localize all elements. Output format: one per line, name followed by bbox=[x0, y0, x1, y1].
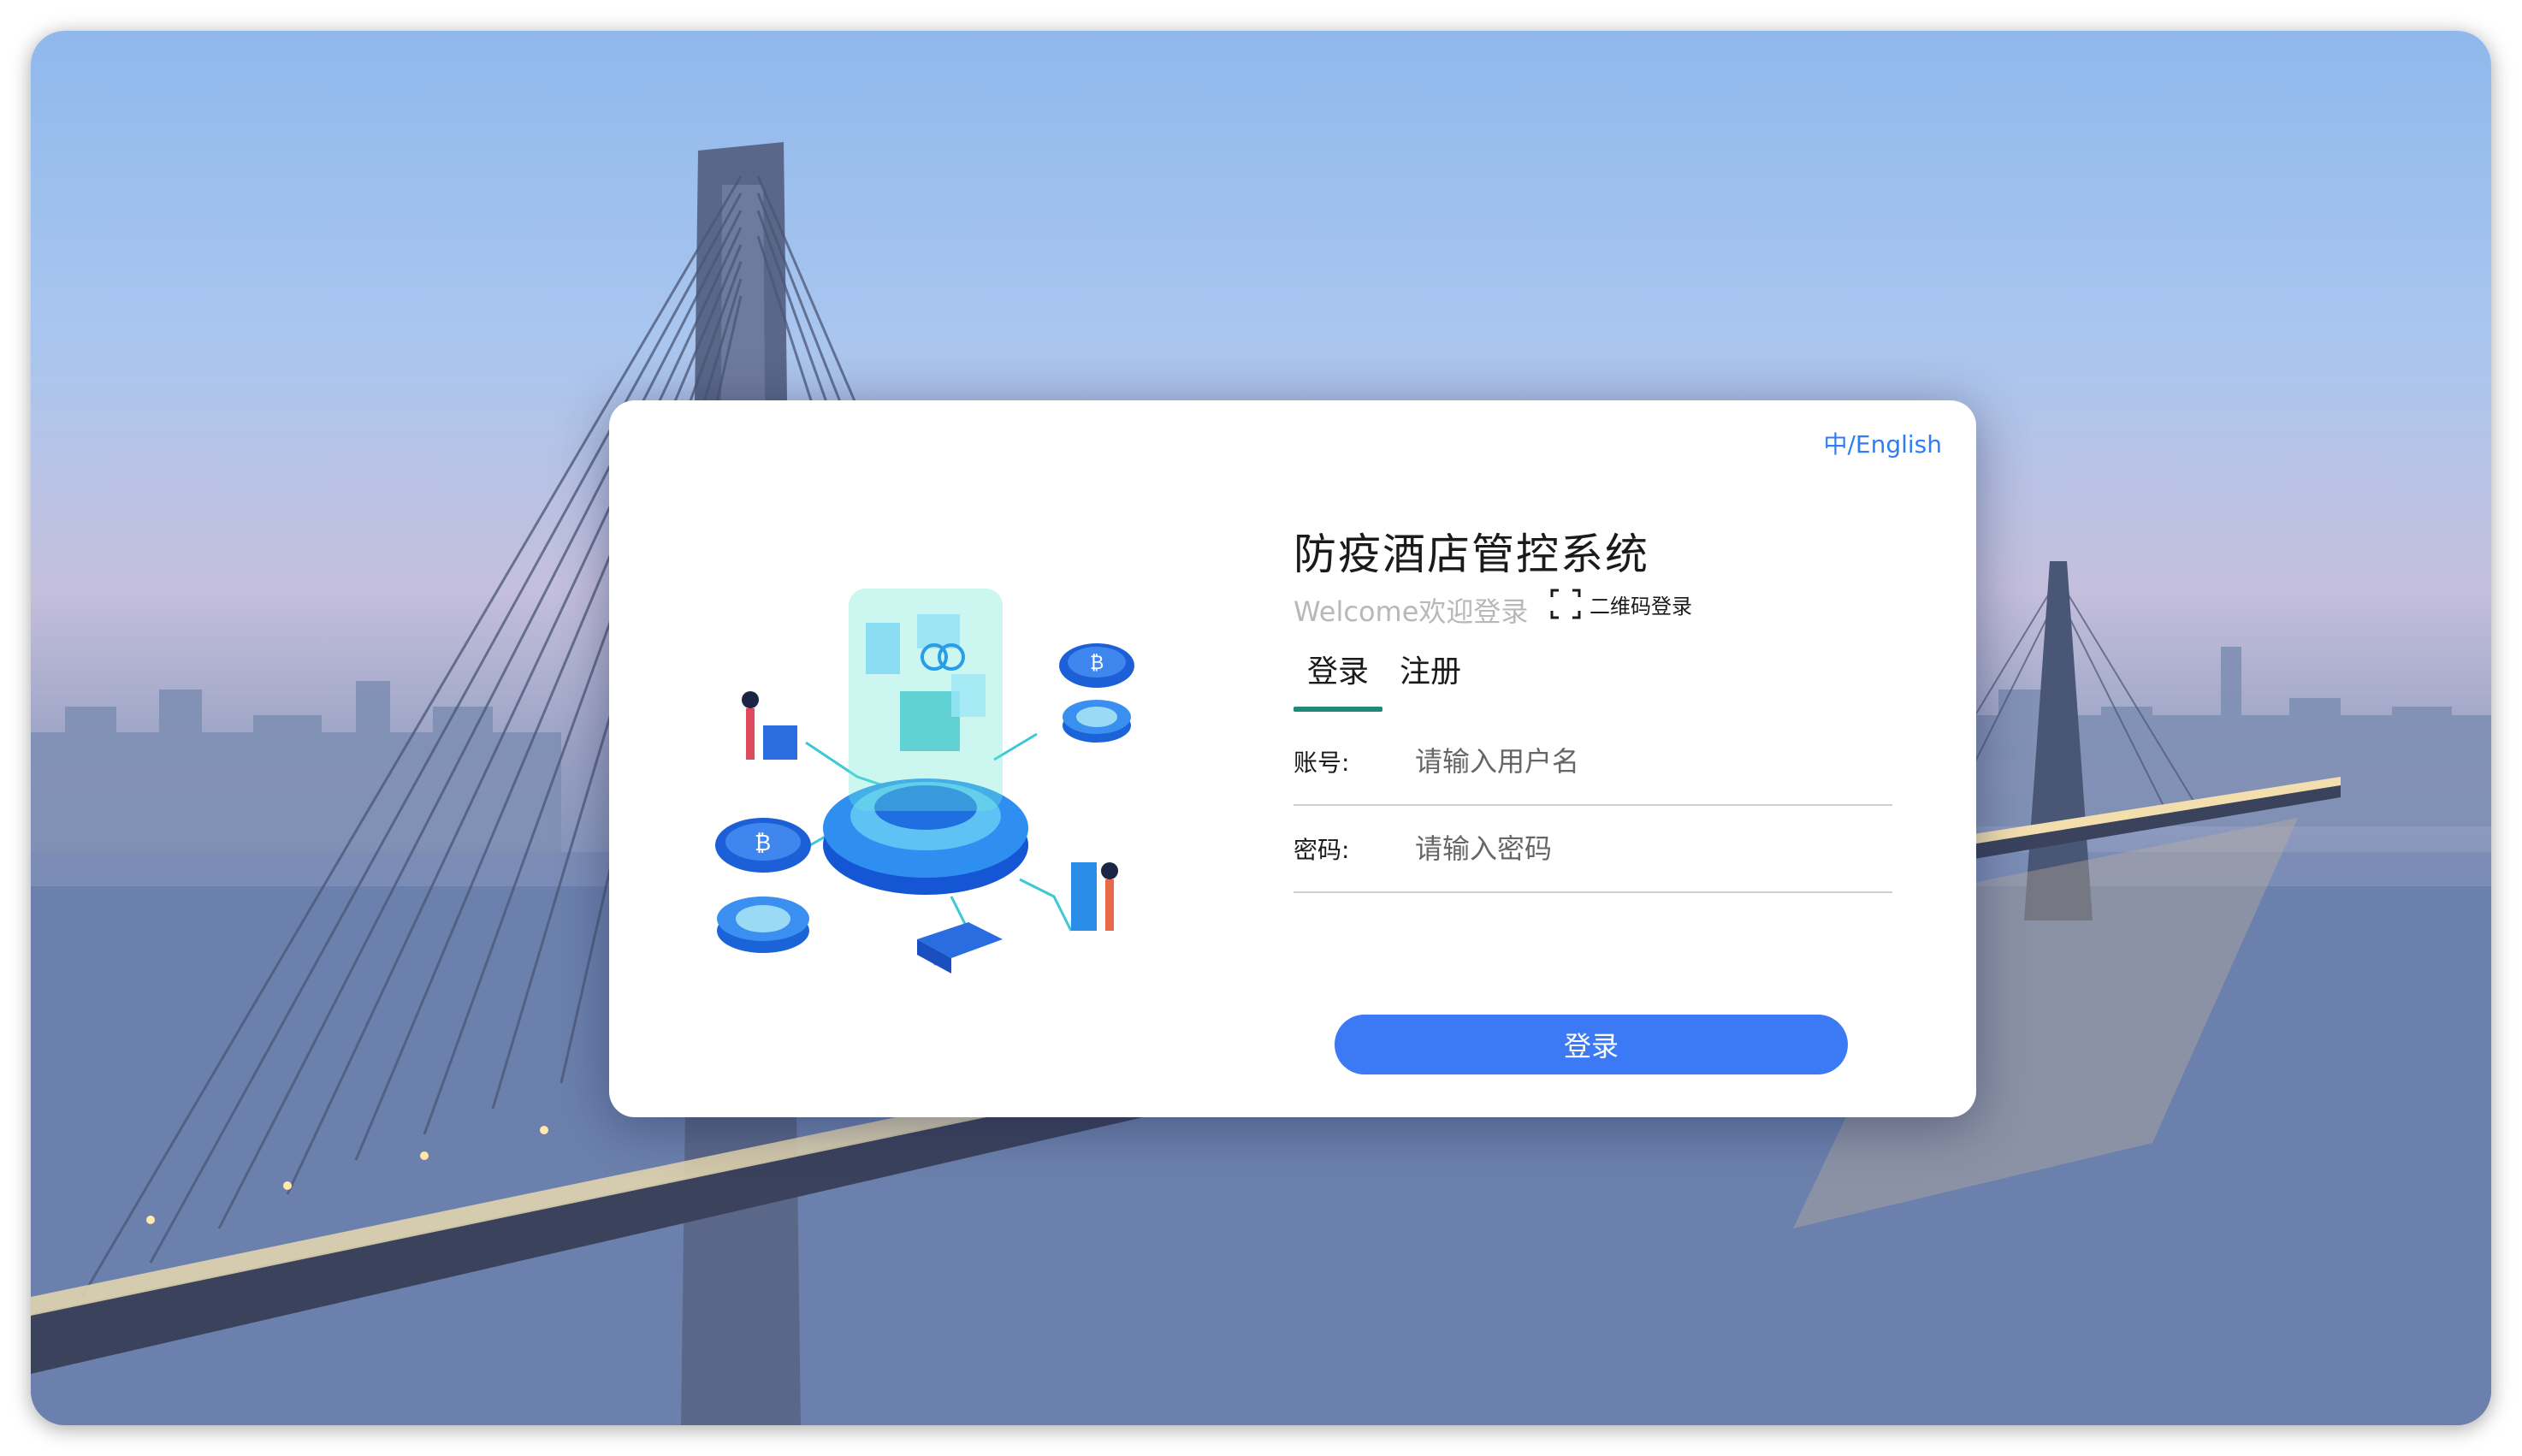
welcome-text: Welcome欢迎登录 bbox=[1294, 595, 1529, 628]
auth-tabs: 登录 注册 bbox=[1294, 638, 1478, 712]
svg-text:₿: ₿ bbox=[1090, 653, 1104, 674]
account-input[interactable] bbox=[1413, 744, 1879, 778]
app-window: 中/English ₿ ₿ 防疫酒店管控系统 Welcome欢迎登录 二维码登录… bbox=[31, 31, 2491, 1425]
svg-text:₿: ₿ bbox=[755, 831, 771, 856]
scan-icon bbox=[1550, 589, 1581, 619]
qr-login-button[interactable]: 二维码登录 bbox=[1550, 589, 1692, 619]
tab-register[interactable]: 注册 bbox=[1386, 638, 1475, 712]
page-title: 防疫酒店管控系统 bbox=[1294, 530, 1649, 579]
password-label: 密码: bbox=[1294, 836, 1350, 864]
isometric-illustration: ₿ ₿ bbox=[715, 589, 1134, 974]
lang-en-link[interactable]: English bbox=[1856, 430, 1942, 459]
password-field: 密码: bbox=[1294, 806, 1892, 893]
login-button[interactable]: 登录 bbox=[1335, 1015, 1848, 1074]
account-label: 账号: bbox=[1294, 749, 1350, 777]
account-field: 账号: bbox=[1294, 719, 1892, 806]
lang-separator: / bbox=[1847, 430, 1856, 459]
language-switch: 中/English bbox=[1823, 426, 1942, 460]
login-card: 中/English ₿ ₿ 防疫酒店管控系统 Welcome欢迎登录 二维码登录… bbox=[609, 400, 1976, 1117]
password-input[interactable] bbox=[1413, 832, 1879, 866]
tab-login[interactable]: 登录 bbox=[1294, 638, 1383, 712]
qr-login-label: 二维码登录 bbox=[1590, 594, 1692, 619]
lang-zh-link[interactable]: 中 bbox=[1823, 430, 1847, 459]
